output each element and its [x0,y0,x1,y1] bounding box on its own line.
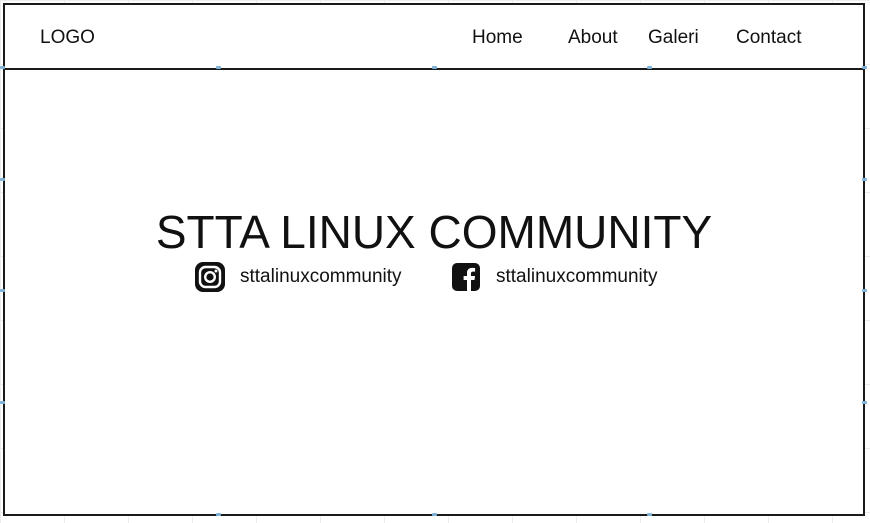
facebook-icon [450,261,482,293]
navbar: LOGO Home About Galeri Contact [5,5,863,70]
instagram-icon [194,261,226,293]
selection-handle [862,289,867,292]
instagram-handle: sttalinuxcommunity [240,266,402,287]
selection-handle [216,513,221,516]
selection-handle [0,66,5,69]
selection-handle [0,401,5,404]
hero-title: STTA LINUX COMMUNITY [155,206,713,258]
nav-link-galeri[interactable]: Galeri [648,27,699,49]
page-frame: LOGO Home About Galeri Contact STTA LINU… [3,3,865,516]
hero-section: STTA LINUX COMMUNITY sttalinuxcommunity … [5,70,863,514]
instagram-link[interactable]: sttalinuxcommunity [194,261,402,293]
selection-handle [0,178,5,181]
selection-handle [647,513,652,516]
facebook-handle: sttalinuxcommunity [496,266,658,287]
nav-link-about[interactable]: About [568,27,618,49]
selection-handle [216,66,221,69]
facebook-link[interactable]: sttalinuxcommunity [450,261,658,293]
selection-handle [647,66,652,69]
selection-handle [862,66,867,69]
selection-handle [862,178,867,181]
selection-handle [862,401,867,404]
selection-handle [0,289,5,292]
logo[interactable]: LOGO [40,27,95,49]
nav-link-contact[interactable]: Contact [736,27,801,49]
selection-handle [432,513,437,516]
selection-handle [432,66,437,69]
nav-link-home[interactable]: Home [472,27,523,49]
